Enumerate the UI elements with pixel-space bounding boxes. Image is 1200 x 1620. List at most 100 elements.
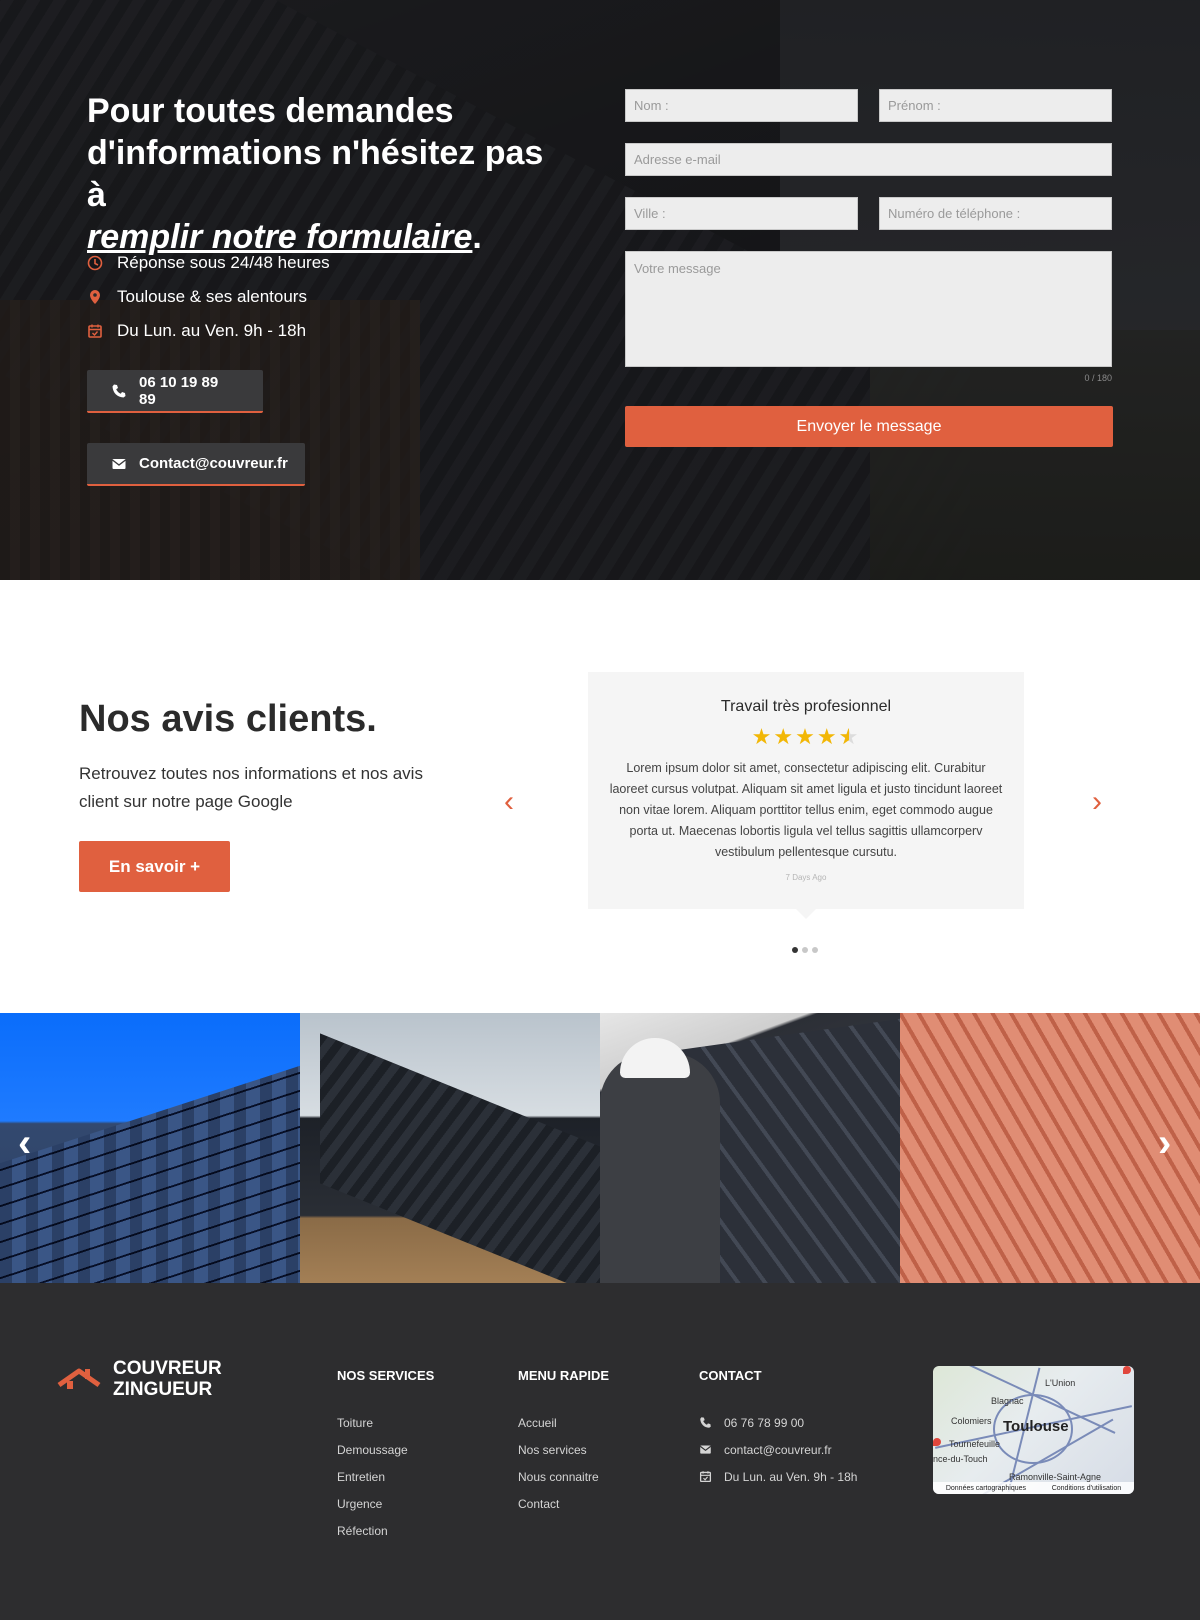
map-attribution: Données cartographiques Conditions d'uti… [933,1482,1134,1494]
location-pin-icon [87,289,103,305]
footer-logo[interactable]: COUVREUR ZINGUEUR [57,1358,222,1400]
phone-icon [699,1416,712,1429]
review-pagination [792,947,818,953]
logo-text: COUVREUR ZINGUEUR [113,1358,222,1400]
telephone-field[interactable]: Numéro de téléphone : [879,197,1112,230]
terracotta-tiles-photo [900,1013,1200,1283]
email-button[interactable]: Contact@couvreur.fr [87,443,305,486]
message-placeholder: Votre message [634,261,721,276]
hero-heading-text: Pour toutes demandes d'informations n'hé… [87,92,544,214]
email-field[interactable]: Adresse e-mail [625,143,1112,176]
message-textarea[interactable]: Votre message [625,251,1112,367]
map-label: Colomiers [951,1416,992,1426]
map-label: Ramonville-Saint-Agne [1009,1472,1102,1482]
reviews-subtitle: Retrouvez toutes nos informations et nos… [79,764,423,811]
map-label: L'Union [1045,1378,1076,1388]
review-title: Travail très profesionnel [720,698,892,715]
footer-phone-text: 06 76 78 99 00 [724,1415,805,1430]
review-date: 7 Days Ago [785,873,827,882]
star-icon: ★ [773,724,796,749]
logo-line-2: ZINGUEUR [113,1379,213,1400]
star-icon: ★ [816,724,839,749]
info-item-location: Toulouse & ses alentours [87,280,330,314]
call-button[interactable]: 06 10 19 89 89 [87,370,263,413]
email-button-label: Contact@couvreur.fr [139,455,288,472]
photo-gallery [0,1013,1200,1283]
review-text: Lorem ipsum dolor sit amet, consectetur … [609,761,1003,859]
roof-house-icon [57,1363,101,1396]
footer-hours: Du Lun. au Ven. 9h - 18h [699,1463,857,1490]
ville-placeholder: Ville : [634,206,666,221]
footer-link-contact[interactable]: Contact [518,1490,599,1517]
info-text: Toulouse & ses alentours [117,287,307,306]
star-rating: ★★★★★★ [588,724,1024,750]
prenom-field[interactable]: Prénom : [879,89,1112,122]
map-city-label: Toulouse [1003,1418,1069,1435]
metal-roof-house-photo [300,1013,600,1283]
map-terms-link[interactable]: Conditions d'utilisation [1052,1485,1121,1492]
footer-link-urgence[interactable]: Urgence [337,1490,408,1517]
gallery-next-chevron-icon[interactable]: › [1158,1123,1171,1163]
nom-field[interactable]: Nom : [625,89,858,122]
star-icon: ★ [795,724,817,749]
map-label: Blagnac [991,1396,1024,1406]
footer-link-demoussage[interactable]: Demoussage [337,1436,408,1463]
footer-email-text: contact@couvreur.fr [724,1442,832,1457]
footer-link-toiture[interactable]: Toiture [337,1409,408,1436]
footer-link-about[interactable]: Nous connaitre [518,1463,599,1490]
star-icon: ★ [751,724,774,749]
services-list: Toiture Demoussage Entretien Urgence Réf… [337,1409,408,1544]
tiled-blue-roof-photo [0,1013,300,1283]
footer-link-accueil[interactable]: Accueil [518,1409,599,1436]
roofer-workers-photo [600,1013,900,1283]
email-placeholder: Adresse e-mail [634,152,721,167]
review-next-chevron-icon[interactable]: › [1092,787,1102,817]
nom-placeholder: Nom : [634,98,669,113]
footer-link-services[interactable]: Nos services [518,1436,599,1463]
info-item-response: Réponse sous 24/48 heures [87,246,330,280]
envelope-icon [699,1443,712,1456]
footer-phone[interactable]: 06 76 78 99 00 [699,1409,857,1436]
menu-list: Accueil Nos services Nous connaitre Cont… [518,1409,599,1517]
hero-heading-end: . [472,218,482,256]
hero-info-list: Réponse sous 24/48 heures Toulouse & ses… [87,246,330,348]
gallery-prev-chevron-icon[interactable]: ‹ [18,1123,31,1163]
calendar-icon [87,323,103,339]
envelope-icon [111,456,127,472]
reviews-title: Nos avis clients. [79,698,377,740]
call-button-label: 06 10 19 89 89 [139,373,219,408]
ville-field[interactable]: Ville : [625,197,858,230]
map-label: nce-du-Touch [933,1454,988,1464]
pagination-dot[interactable] [792,947,798,953]
map-pin-icon [933,1438,941,1446]
telephone-placeholder: Numéro de téléphone : [888,206,1021,221]
contact-hero: Pour toutes demandes d'informations n'hé… [0,0,1200,580]
info-text: Du Lun. au Ven. 9h - 18h [117,321,307,340]
map-pin-icon [1123,1366,1131,1374]
character-counter: 0 / 180 [1084,373,1112,383]
phone-icon [111,383,127,399]
half-star-icon: ★★ [838,724,861,749]
clock-icon [87,255,103,271]
map-label: Tournefeuille [949,1439,1001,1449]
map-data-link[interactable]: Données cartographiques [946,1485,1026,1492]
services-heading: NOS SERVICES [337,1368,435,1383]
logo-line-1: COUVREUR [113,1358,222,1379]
contact-list: 06 76 78 99 00 contact@couvreur.fr Du Lu… [699,1409,857,1490]
contact-heading: CONTACT [699,1368,762,1383]
footer-email[interactable]: contact@couvreur.fr [699,1436,857,1463]
pagination-dot[interactable] [812,947,818,953]
footer-link-entretien[interactable]: Entretien [337,1463,408,1490]
submit-button[interactable]: Envoyer le message [625,406,1113,447]
pagination-dot[interactable] [802,947,808,953]
hero-heading: Pour toutes demandes d'informations n'hé… [87,90,557,258]
learn-more-button[interactable]: En savoir + [79,841,230,892]
info-item-hours: Du Lun. au Ven. 9h - 18h [87,314,330,348]
location-map[interactable]: L'Union Blagnac Colomiers Toulouse Tourn… [933,1366,1134,1494]
review-prev-chevron-icon[interactable]: ‹ [504,787,514,817]
footer-link-refection[interactable]: Réfection [337,1517,408,1544]
calendar-icon [699,1470,712,1483]
info-text: Réponse sous 24/48 heures [117,253,330,272]
footer-hours-text: Du Lun. au Ven. 9h - 18h [724,1469,858,1484]
prenom-placeholder: Prénom : [888,98,941,113]
